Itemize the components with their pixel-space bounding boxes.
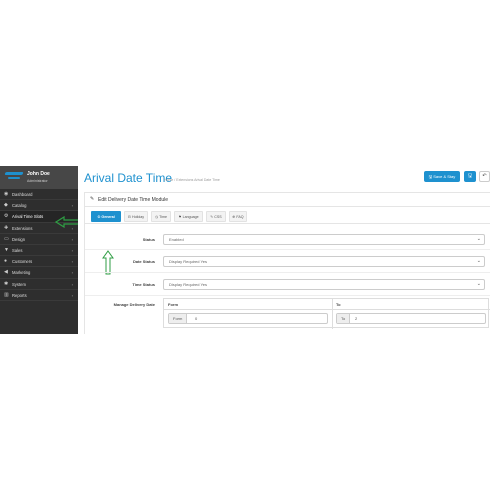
profile-role: Administrator — [27, 179, 48, 183]
cart-icon: ▼ — [4, 246, 9, 253]
sidebar-item-dashboard[interactable]: ◉ Dashboard — [0, 189, 78, 201]
to-addon: To — [337, 314, 351, 323]
admin-app: John Doe Administrator ◉ Dashboard ◆ Catalo… — [0, 166, 490, 334]
time-status-row: Time Status Display Required Yes ⌄ — [85, 273, 490, 296]
from-input[interactable]: 0 — [195, 314, 197, 323]
panel-title: Edit Delivery Date Time Module — [98, 197, 169, 203]
tab-time[interactable]: ◷ Time — [151, 211, 171, 222]
time-status-select[interactable]: Display Required Yes ⌄ — [163, 279, 485, 290]
chevron-right-icon: › — [71, 203, 73, 209]
sidebar-item-reports[interactable]: ▥ Reports › — [0, 290, 78, 301]
sidebar-item-design[interactable]: ▭ Design › — [0, 234, 78, 245]
user-icon: ● — [4, 258, 8, 265]
desktop-icon: ▭ — [4, 235, 9, 242]
from-input-group[interactable]: Form 0 — [168, 313, 328, 324]
manage-delivery-date-label: Manage Delivery Date — [113, 302, 155, 307]
date-status-row: Date Status Display Required Yes ⌄ — [85, 250, 490, 273]
tag-icon: ◆ — [4, 202, 8, 209]
sidebar-item-label: Catalog — [12, 203, 27, 209]
cog-icon: ✱ — [4, 280, 9, 287]
delivery-date-table: Form To Form 0 To 2 — [163, 298, 490, 329]
save-button[interactable]: 🖫 — [464, 171, 476, 182]
sidebar-nav: ◉ Dashboard ◆ Catalog › ⚙ Arival Time Slots ✚ Ex… — [0, 189, 78, 301]
pencil-icon: ✎ — [90, 196, 95, 202]
sidebar-item-label: Dashboard — [12, 192, 33, 197]
manage-delivery-date-row: Manage Delivery Date Form To Form 0 To 2 — [85, 296, 490, 334]
edit-panel: ✎ Edit Delivery Date Time Module ⚙ Gener… — [84, 192, 490, 334]
chevron-right-icon: › — [71, 292, 73, 298]
status-label: Status — [142, 237, 155, 242]
share-icon: ◀ — [4, 269, 8, 276]
chevron-right-icon: › — [71, 259, 73, 265]
sidebar-item-sales[interactable]: ▼ Sales › — [0, 245, 78, 257]
back-button[interactable]: ↶ — [479, 171, 490, 182]
from-addon: Form — [169, 314, 188, 323]
chevron-down-icon: ⌄ — [476, 236, 481, 242]
bar-chart-icon: ▥ — [4, 291, 9, 298]
status-row: Status Enabled ⌄ — [85, 229, 490, 250]
date-status-label: Date Status — [132, 259, 155, 264]
dashboard-icon: ◉ — [4, 191, 9, 197]
sidebar-item-label: System — [12, 281, 26, 287]
tab-language[interactable]: ⚑ Language — [174, 211, 203, 222]
user-profile[interactable]: John Doe Administrator — [0, 166, 78, 189]
chevron-right-icon: › — [71, 236, 73, 242]
breadcrumb[interactable]: Home / Extensions Arival Date Time — [164, 178, 220, 182]
sidebar-item-marketing[interactable]: ◀ Marketing › — [0, 267, 78, 279]
chevron-right-icon: › — [71, 281, 73, 287]
page-title: Arival Date Time — [84, 171, 173, 185]
sidebar-item-label: Reports — [12, 292, 27, 298]
sidebar-item-label: Sales — [12, 247, 23, 253]
tab-general[interactable]: ⚙ General — [91, 211, 121, 222]
tab-css[interactable]: ✎ CSS — [206, 211, 226, 222]
sidebar-item-system[interactable]: ✱ System › — [0, 279, 78, 290]
to-column-header: To — [336, 302, 341, 307]
sidebar-item-label: Customers — [12, 259, 33, 265]
to-input-group[interactable]: To 2 — [336, 313, 486, 324]
tab-divider — [85, 223, 490, 224]
sidebar-item-catalog[interactable]: ◆ Catalog › — [0, 200, 78, 212]
to-input[interactable]: 2 — [355, 314, 357, 323]
main-content: Arival Date Time Home / Extensions Ariva… — [78, 166, 490, 334]
from-column-header: Form — [168, 302, 178, 307]
sidebar-item-label: Extensions — [12, 225, 33, 231]
sidebar-item-label: Arival Time Slots — [12, 214, 44, 220]
sidebar-item-label: Marketing — [12, 270, 31, 276]
profile-logo-icon — [4, 172, 24, 182]
save-and-stay-button[interactable]: 🖫 Save & Stay — [424, 171, 460, 182]
chevron-right-icon: › — [71, 270, 73, 276]
sidebar-item-customers[interactable]: ● Customers › — [0, 256, 78, 268]
chevron-down-icon: ⌄ — [476, 258, 481, 264]
profile-name: John Doe — [27, 171, 50, 177]
chevron-right-icon: › — [71, 247, 73, 253]
sidebar-item-label: Design — [12, 236, 26, 242]
tab-faq[interactable]: ⊕ FAQ — [229, 211, 247, 222]
puzzle-icon: ✚ — [4, 224, 9, 231]
tab-holiday[interactable]: ⊟ Holiday — [124, 211, 148, 222]
sidebar: John Doe Administrator ◉ Dashboard ◆ Catalo… — [0, 166, 78, 334]
gear-icon: ⚙ — [4, 213, 9, 220]
date-status-select[interactable]: Display Required Yes ⌄ — [163, 256, 485, 267]
time-status-label: Time Status — [132, 282, 155, 287]
panel-heading: ✎ Edit Delivery Date Time Module — [85, 193, 490, 207]
status-select[interactable]: Enabled ⌄ — [163, 234, 485, 245]
chevron-down-icon: ⌄ — [476, 281, 481, 287]
